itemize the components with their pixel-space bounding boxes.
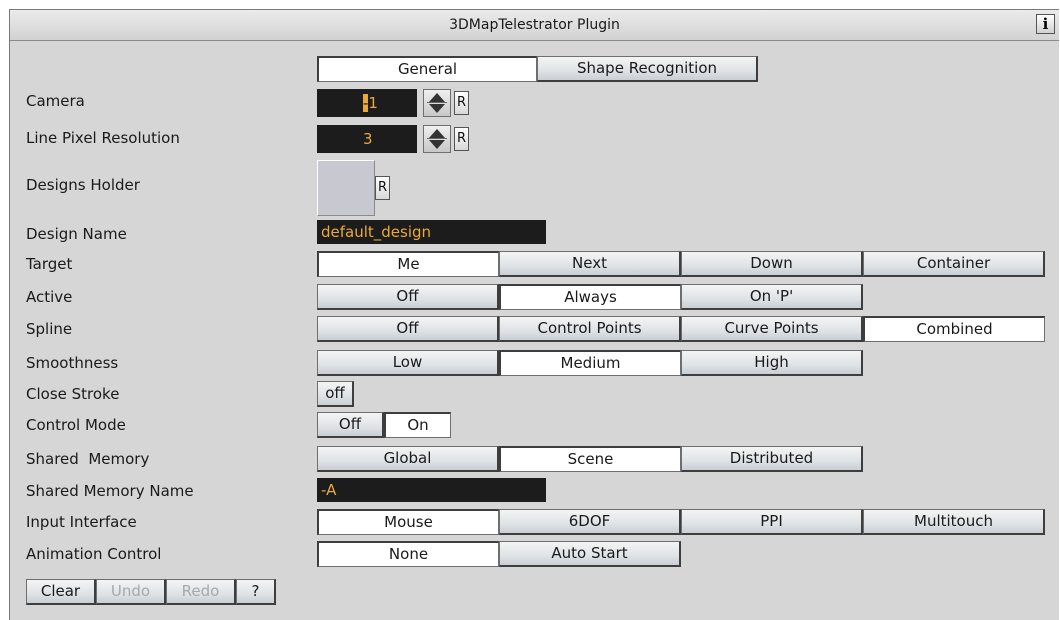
input-interface-mouse-button[interactable]: Mouse [317, 509, 499, 535]
target-me-button[interactable]: Me [317, 251, 499, 277]
designs-holder-dropzone[interactable] [317, 160, 375, 216]
line-pixel-resolution-spinner[interactable] [423, 125, 451, 153]
shared-memory-scene-button[interactable]: Scene [499, 446, 681, 472]
designs-holder-reset-button[interactable]: R [375, 176, 390, 200]
close-stroke-toggle[interactable]: off [317, 381, 354, 407]
design-name-label: Design Name [26, 225, 127, 243]
clear-button[interactable]: Clear [26, 579, 96, 605]
animation-control-label: Animation Control [26, 545, 162, 563]
shared-memory-distributed-button[interactable]: Distributed [681, 446, 863, 472]
undo-button[interactable]: Undo [96, 579, 166, 605]
target-down-button[interactable]: Down [681, 251, 863, 277]
redo-button[interactable]: Redo [166, 579, 236, 605]
tab-shape-recognition[interactable]: Shape Recognition [537, 56, 758, 82]
smoothness-medium-button[interactable]: Medium [499, 350, 681, 376]
line-pixel-resolution-label: Line Pixel Resolution [26, 129, 180, 147]
spline-curve-points-button[interactable]: Curve Points [681, 316, 863, 342]
target-container-button[interactable]: Container [863, 251, 1045, 277]
line-pixel-resolution-reset-button[interactable]: R [454, 127, 469, 151]
input-interface-multitouch-button[interactable]: Multitouch [863, 509, 1045, 535]
camera-label: Camera [26, 92, 85, 110]
spline-off-button[interactable]: Off [317, 316, 499, 342]
camera-value: 1 [368, 94, 378, 112]
smoothness-high-button[interactable]: High [681, 350, 863, 376]
designs-holder-label: Designs Holder [26, 176, 140, 194]
arrow-down-icon [429, 104, 445, 113]
spinner-divider [427, 138, 447, 139]
input-interface-ppi-button[interactable]: PPI [681, 509, 863, 535]
target-label: Target [26, 255, 73, 273]
active-off-button[interactable]: Off [317, 284, 499, 310]
plugin-panel: 3DMapTelestrator Plugin i General Shape … [9, 9, 1059, 620]
input-interface-label: Input Interface [26, 513, 137, 531]
tab-general[interactable]: General [317, 56, 537, 82]
smoothness-label: Smoothness [26, 354, 119, 372]
shared-memory-label: Shared Memory [26, 450, 150, 468]
control-mode-label: Control Mode [26, 416, 126, 434]
spinner-divider [427, 102, 447, 103]
shared-memory-name-label: Shared Memory Name [26, 482, 194, 500]
shared-memory-name-input[interactable]: -A [317, 478, 546, 502]
spline-combined-button[interactable]: Combined [863, 316, 1045, 342]
arrow-up-icon [429, 93, 445, 102]
info-button[interactable]: i [1036, 14, 1055, 34]
arrow-up-icon [429, 129, 445, 138]
active-always-button[interactable]: Always [499, 284, 681, 310]
arrow-down-icon [429, 140, 445, 149]
animation-control-none-button[interactable]: None [317, 541, 499, 567]
smoothness-low-button[interactable]: Low [317, 350, 499, 376]
camera-field[interactable]: -1 [317, 89, 417, 117]
input-interface-6dof-button[interactable]: 6DOF [499, 509, 681, 535]
active-on-p-button[interactable]: On 'P' [681, 284, 863, 310]
close-stroke-label: Close Stroke [26, 385, 120, 403]
plugin-title: 3DMapTelestrator Plugin [10, 10, 1059, 41]
help-button[interactable]: ? [236, 579, 276, 605]
camera-spinner[interactable] [423, 89, 451, 117]
spline-control-points-button[interactable]: Control Points [499, 316, 681, 342]
animation-control-auto-start-button[interactable]: Auto Start [499, 541, 681, 567]
active-label: Active [26, 288, 73, 306]
camera-reset-button[interactable]: R [454, 91, 469, 115]
control-mode-off-button[interactable]: Off [317, 412, 384, 438]
control-mode-on-button[interactable]: On [384, 412, 451, 438]
design-name-input[interactable]: default_design [317, 220, 546, 244]
target-next-button[interactable]: Next [499, 251, 681, 277]
shared-memory-global-button[interactable]: Global [317, 446, 499, 472]
spline-label: Spline [26, 320, 73, 338]
line-pixel-resolution-field[interactable]: 3 [317, 125, 417, 153]
